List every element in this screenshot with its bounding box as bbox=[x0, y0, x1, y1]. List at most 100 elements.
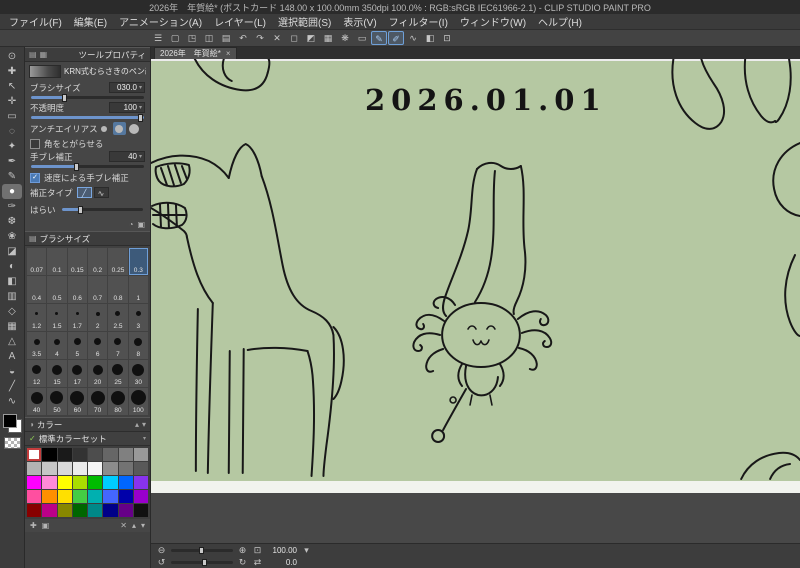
color-swatch[interactable] bbox=[118, 504, 133, 517]
color-swatch[interactable] bbox=[72, 504, 87, 517]
fill-tool-icon[interactable]: ◧ bbox=[2, 274, 22, 289]
chevron-down-icon[interactable]: ▾ bbox=[139, 84, 142, 91]
brush-size-slider[interactable] bbox=[31, 93, 144, 102]
delete-swatch-icon[interactable]: ✕ bbox=[120, 521, 127, 530]
save-icon[interactable]: ◫ bbox=[201, 31, 217, 45]
flip-horizontal-icon[interactable]: ⇄ bbox=[252, 557, 263, 568]
main-menu-icon[interactable]: ☰ bbox=[150, 31, 166, 45]
brush-size-cell[interactable]: 0.1 bbox=[47, 248, 67, 275]
text-tool-icon[interactable]: A bbox=[2, 349, 22, 364]
color-swatch[interactable] bbox=[133, 462, 148, 475]
eyedropper-tool-icon[interactable]: ✦ bbox=[2, 139, 22, 154]
history-icon[interactable]: ◔ bbox=[129, 220, 134, 229]
snap-special-ruler-icon[interactable]: ✐ bbox=[388, 31, 404, 45]
brush-size-cell[interactable]: 8 bbox=[128, 332, 148, 359]
snap-ruler-icon[interactable]: ✎ bbox=[371, 31, 387, 45]
transparent-color-swatch[interactable] bbox=[3, 437, 21, 449]
line-correction-tool-icon[interactable]: ∿ bbox=[2, 394, 22, 409]
zoom-out-icon[interactable]: ⊖ bbox=[156, 545, 167, 556]
brush-size-cell[interactable]: 30 bbox=[128, 360, 148, 387]
zoom-menu-icon[interactable]: ▾ bbox=[301, 545, 312, 556]
stabilization-slider[interactable] bbox=[31, 162, 144, 171]
color-swatch[interactable] bbox=[42, 462, 57, 475]
lasso-tool-icon[interactable]: ◌ bbox=[2, 124, 22, 139]
color-swatch[interactable] bbox=[88, 476, 103, 489]
color-swatch[interactable] bbox=[133, 490, 148, 503]
brush-size-cell[interactable]: 1.2 bbox=[27, 304, 47, 331]
light-icon[interactable]: ❋ bbox=[337, 31, 353, 45]
opacity-slider[interactable] bbox=[31, 113, 144, 122]
brush-size-cell[interactable]: 60 bbox=[67, 388, 87, 415]
color-swatch[interactable] bbox=[88, 462, 103, 475]
correction-type-curve[interactable]: ∿ bbox=[93, 187, 109, 198]
color-set-selector[interactable]: ✓ 標準カラーセット ▾ bbox=[25, 432, 150, 446]
color-swatch[interactable] bbox=[103, 448, 118, 461]
color-swatch[interactable] bbox=[103, 504, 118, 517]
antialias-none[interactable] bbox=[98, 122, 111, 135]
zoom-in-icon[interactable]: ⊕ bbox=[237, 545, 248, 556]
brush-size-cell[interactable]: 6 bbox=[88, 332, 108, 359]
menu-item[interactable]: 表示(V) bbox=[337, 14, 382, 29]
brush-size-cell[interactable]: 40 bbox=[27, 388, 47, 415]
new-canvas-icon[interactable]: ▢ bbox=[167, 31, 183, 45]
brush-size-cell[interactable]: 25 bbox=[108, 360, 128, 387]
color-swatch[interactable] bbox=[27, 490, 42, 503]
line-tool-icon[interactable]: ╱ bbox=[2, 379, 22, 394]
menu-item[interactable]: 編集(E) bbox=[68, 14, 113, 29]
blend-tool-icon[interactable]: ◐ bbox=[2, 259, 22, 274]
chevron-down-icon[interactable]: ▾ bbox=[143, 435, 146, 442]
rotate-ccw-icon[interactable]: ↺ bbox=[156, 557, 167, 568]
color-swatch[interactable] bbox=[57, 448, 72, 461]
document-tab[interactable]: 2026年 年賀絵* × bbox=[154, 47, 237, 59]
brush-size-cell[interactable]: 70 bbox=[88, 388, 108, 415]
stabilization-value[interactable]: 40 ▾ bbox=[109, 151, 145, 162]
brush-size-cell[interactable]: 1 bbox=[128, 276, 148, 303]
brush-size-cell[interactable]: 17 bbox=[67, 360, 87, 387]
close-icon[interactable]: × bbox=[226, 49, 231, 58]
rotate-cw-icon[interactable]: ↻ bbox=[237, 557, 248, 568]
frame-border-tool-icon[interactable]: ▦ bbox=[2, 319, 22, 334]
material-icon[interactable]: ◧ bbox=[422, 31, 438, 45]
grid-icon[interactable]: ▦ bbox=[320, 31, 336, 45]
menu-item[interactable]: 選択範囲(S) bbox=[272, 14, 337, 29]
brush-size-cell[interactable]: 80 bbox=[108, 388, 128, 415]
color-swatch[interactable] bbox=[103, 462, 118, 475]
add-swatch-icon[interactable]: ✚ bbox=[30, 521, 37, 530]
subtool-icon[interactable]: ▦ bbox=[40, 50, 48, 59]
color-swatch[interactable] bbox=[72, 448, 87, 461]
brush-size-value[interactable]: 030.0 ▾ bbox=[109, 82, 145, 93]
color-swatch[interactable] bbox=[118, 490, 133, 503]
gradient-tool-icon[interactable]: ▥ bbox=[2, 289, 22, 304]
color-swatch[interactable] bbox=[88, 504, 103, 517]
brush-size-cell[interactable]: 4 bbox=[47, 332, 67, 359]
color-swatch[interactable] bbox=[72, 462, 87, 475]
color-swatch[interactable] bbox=[88, 490, 103, 503]
antialias-weak[interactable] bbox=[112, 122, 126, 135]
brush-size-cell[interactable]: 1.5 bbox=[47, 304, 67, 331]
color-swatch[interactable] bbox=[118, 448, 133, 461]
color-swatch[interactable] bbox=[27, 462, 42, 475]
open-file-icon[interactable]: ◳ bbox=[184, 31, 200, 45]
harai-slider[interactable] bbox=[61, 205, 143, 214]
brush-size-cell[interactable]: 0.7 bbox=[88, 276, 108, 303]
brush-size-cell[interactable]: 0.15 bbox=[67, 248, 87, 275]
fit-view-icon[interactable]: ⊡ bbox=[439, 31, 455, 45]
color-swatch[interactable] bbox=[57, 462, 72, 475]
color-swatch[interactable] bbox=[88, 448, 103, 461]
undo-icon[interactable]: ↶ bbox=[235, 31, 251, 45]
color-swatch[interactable] bbox=[57, 490, 72, 503]
collapse-up-icon[interactable]: ▴ bbox=[135, 420, 139, 429]
color-swatch[interactable] bbox=[57, 504, 72, 517]
figure-tool-icon[interactable]: ◇ bbox=[2, 304, 22, 319]
color-swatch[interactable] bbox=[133, 504, 148, 517]
rotation-slider[interactable] bbox=[171, 558, 233, 566]
brush-size-cell[interactable]: 2 bbox=[88, 304, 108, 331]
export-icon[interactable]: ▤ bbox=[218, 31, 234, 45]
panel-menu-icon[interactable]: ▤ bbox=[29, 234, 37, 243]
move-canvas-tool-icon[interactable]: ✚ bbox=[2, 64, 22, 79]
color-swatch[interactable] bbox=[27, 504, 42, 517]
brush-size-cell[interactable]: 0.8 bbox=[108, 276, 128, 303]
scroll-down-icon[interactable]: ▾ bbox=[141, 521, 145, 530]
zoom-slider[interactable] bbox=[171, 546, 233, 554]
register-swatch-icon[interactable]: ▣ bbox=[42, 521, 50, 530]
